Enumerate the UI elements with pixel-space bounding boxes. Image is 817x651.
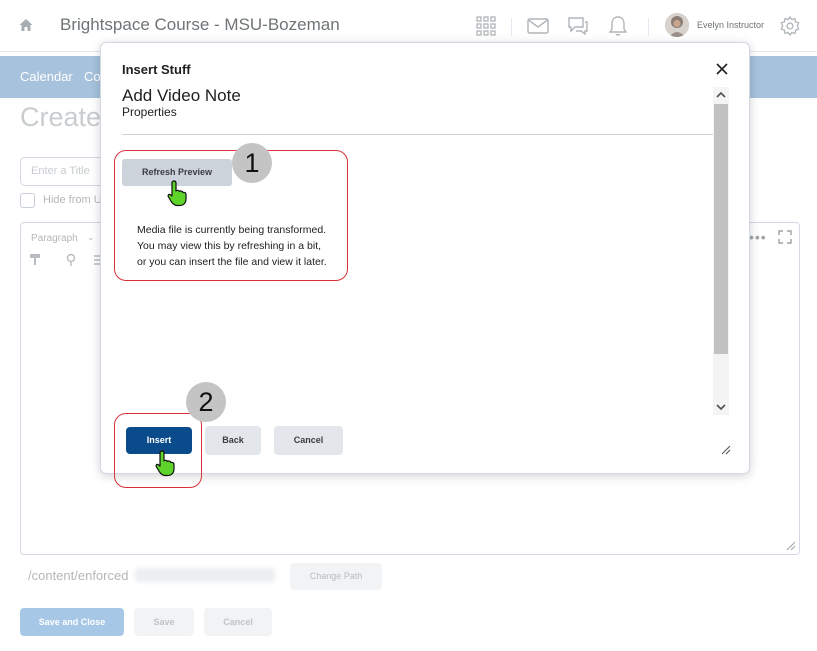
gear-icon[interactable] [779,15,801,37]
chat-icon[interactable] [566,14,590,38]
video-note-heading: Add Video Note [122,86,241,105]
cancel-button[interactable]: Cancel [274,426,343,455]
nav-item-content[interactable]: Co [84,69,101,84]
highlight-box-step-1 [114,150,348,281]
format-select[interactable]: Paragraph [31,233,78,244]
page-title: Create [20,102,102,132]
divider [122,134,713,135]
avatar[interactable] [665,13,689,37]
home-icon[interactable] [18,17,34,33]
scrollbar[interactable] [713,87,729,415]
grid-icon[interactable] [474,14,498,38]
hand-pointer-icon [167,180,187,207]
title-placeholder: Enter a Title [31,165,90,177]
back-button[interactable]: Back [205,426,261,455]
more-icon[interactable]: ••• [749,229,767,245]
insert-stuff-icon[interactable] [64,253,78,267]
save-button[interactable]: Save [134,608,194,636]
dialog-title: Insert Stuff [122,62,191,77]
header-divider [648,18,649,36]
hide-checkbox[interactable] [20,193,35,208]
hand-pointer-icon [155,450,175,477]
nav-item-calendar[interactable]: Calendar [20,69,73,84]
resize-handle-icon[interactable] [786,541,796,551]
bell-icon[interactable] [606,14,630,38]
step-badge-1: 1 [232,143,272,183]
step-badge-2: 2 [186,382,226,422]
scroll-thumb[interactable] [714,104,728,354]
mail-icon[interactable] [526,14,550,38]
change-path-button[interactable]: Change Path [290,563,382,590]
user-name[interactable]: Evelyn Instructor [697,20,764,30]
fullscreen-icon[interactable] [778,230,792,244]
properties-label: Properties [122,105,177,119]
hide-label: Hide from U [43,194,102,206]
chevron-down-icon: ⌄ [87,232,95,242]
resize-handle-icon[interactable] [721,445,731,455]
content-path: /content/enforced [28,568,129,583]
save-and-close-button[interactable]: Save and Close [20,608,124,636]
course-title[interactable]: Brightspace Course - MSU-Bozeman [60,15,340,35]
chevron-up-icon[interactable] [713,87,729,103]
chevron-down-icon[interactable] [713,399,729,415]
close-icon[interactable] [715,62,729,76]
header-divider [511,18,512,36]
page-cancel-button[interactable]: Cancel [204,608,272,636]
paint-format-icon[interactable] [29,253,43,267]
path-redacted [135,568,275,582]
